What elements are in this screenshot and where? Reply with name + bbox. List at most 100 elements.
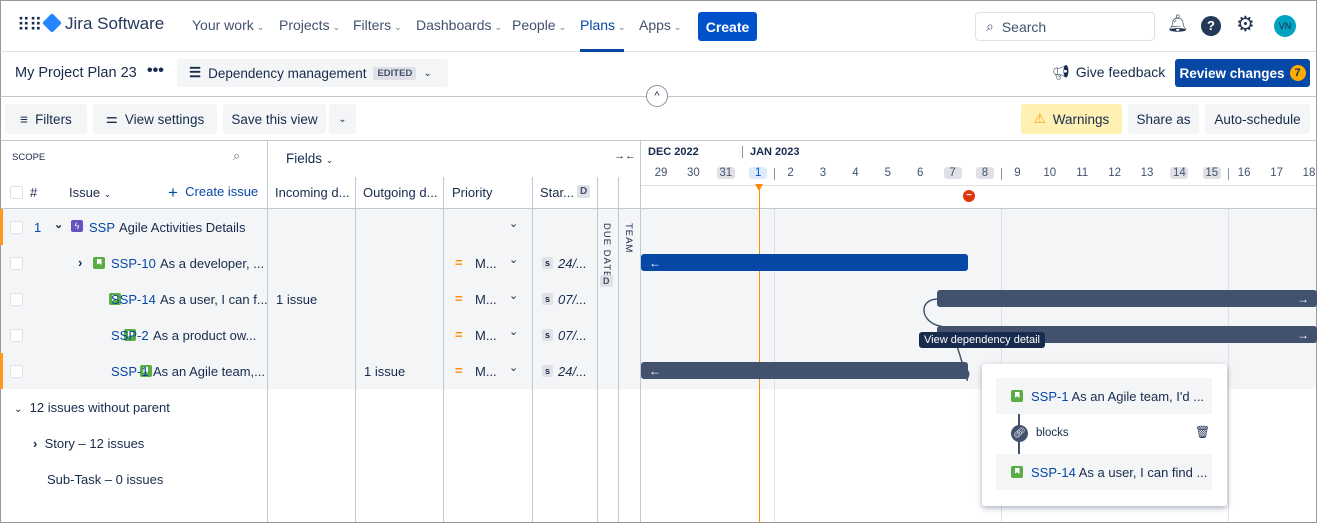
start-date[interactable]: 07/... bbox=[558, 292, 587, 307]
outgoing-dependencies[interactable]: 1 issue bbox=[364, 364, 405, 379]
notifications-icon[interactable]: 🔔︎ bbox=[1167, 14, 1189, 34]
edited-badge: EDITED bbox=[373, 66, 417, 80]
issue-key: SSP-14 bbox=[1031, 464, 1076, 480]
product-name[interactable]: Jira Software bbox=[65, 14, 164, 34]
week-line bbox=[1228, 209, 1229, 522]
create-issue-button[interactable]: + Create issue bbox=[168, 183, 258, 203]
day-label: 15 bbox=[1202, 167, 1221, 179]
more-actions-icon[interactable]: ••• bbox=[147, 62, 164, 80]
day-label: 29 bbox=[654, 167, 668, 179]
issue-summary[interactable]: As a product ow... bbox=[153, 328, 256, 343]
priority-chevron-icon[interactable]: ⌄ bbox=[509, 325, 518, 338]
priority-chevron-icon[interactable]: ⌄ bbox=[509, 217, 518, 230]
select-all-checkbox[interactable] bbox=[10, 186, 23, 199]
nav-item-apps[interactable]: Apps ⌄ bbox=[639, 17, 681, 33]
row-checkbox[interactable] bbox=[10, 329, 23, 342]
group-story[interactable]: › Story – 12 issues bbox=[33, 436, 144, 451]
start-header[interactable]: Star... bbox=[540, 185, 574, 200]
nav-item-projects[interactable]: Projects ⌄ bbox=[279, 17, 340, 33]
group-without-parent[interactable]: ⌄ 12 issues without parent bbox=[14, 400, 170, 415]
save-view-menu-chevron-icon[interactable]: ⌄ bbox=[329, 104, 356, 134]
issue-key[interactable]: SSP-1 bbox=[111, 364, 149, 379]
review-changes-button[interactable]: Review changes 7 bbox=[1175, 59, 1310, 87]
dependency-to-issue[interactable]: SSP-14 As a user, I can find ... bbox=[996, 454, 1212, 490]
view-icon: ☰ bbox=[189, 65, 202, 80]
issue-key[interactable]: SSP-10 bbox=[111, 256, 156, 271]
warnings-button[interactable]: ⚠ Warnings bbox=[1021, 104, 1122, 134]
nav-item-plans[interactable]: Plans ⌄ bbox=[580, 17, 626, 52]
issue-header[interactable]: Issue ⌄ bbox=[69, 185, 111, 200]
row-checkbox[interactable] bbox=[10, 293, 23, 306]
priority-chevron-icon[interactable]: ⌄ bbox=[509, 289, 518, 302]
auto-schedule-button[interactable]: Auto-schedule bbox=[1205, 104, 1310, 134]
save-view-button[interactable]: Save this view bbox=[223, 104, 326, 134]
issue-summary[interactable]: As a developer, ... bbox=[160, 256, 264, 271]
nav-item-your-work[interactable]: Your work ⌄ bbox=[192, 17, 264, 33]
chevron-right-icon: › bbox=[33, 436, 38, 451]
priority-chevron-icon[interactable]: ⌄ bbox=[509, 253, 518, 266]
priority-value[interactable]: M... bbox=[475, 256, 497, 271]
day-label: 10 bbox=[1043, 167, 1057, 179]
share-as-button[interactable]: Share as bbox=[1128, 104, 1199, 134]
nav-item-dashboards[interactable]: Dashboards ⌄ bbox=[416, 17, 502, 33]
group-subtask[interactable]: Sub-Task – 0 issues bbox=[47, 472, 163, 487]
create-issue-label: Create issue bbox=[185, 184, 259, 199]
story-icon bbox=[1011, 466, 1023, 478]
schedule-bar-ssp-10[interactable]: ← bbox=[641, 254, 968, 271]
give-feedback-label: Give feedback bbox=[1075, 64, 1166, 80]
nav-label: Your work bbox=[192, 17, 254, 33]
issue-summary[interactable]: Agile Activities Details bbox=[119, 220, 245, 235]
issue-summary[interactable]: As a user, I can f... bbox=[160, 292, 268, 307]
trash-icon[interactable]: 🗑︎ bbox=[1195, 425, 1210, 439]
incoming-dependencies[interactable]: 1 issue bbox=[276, 292, 317, 307]
start-date[interactable]: 07/... bbox=[558, 328, 587, 343]
view-settings-button[interactable]: ⚌ View settings bbox=[93, 104, 217, 134]
incoming-header[interactable]: Incoming d... bbox=[275, 185, 349, 200]
priority-medium-icon: = bbox=[455, 327, 463, 342]
priority-medium-icon: = bbox=[455, 255, 463, 270]
collapse-fields-icon[interactable]: →← bbox=[614, 150, 636, 162]
due-date-header[interactable]: DUE DATE bbox=[601, 223, 612, 278]
priority-chevron-icon[interactable]: ⌄ bbox=[509, 361, 518, 374]
scope-search-icon[interactable]: ⌕ bbox=[233, 148, 240, 164]
fields-button[interactable]: Fields ⌄ bbox=[286, 151, 333, 166]
give-feedback-button[interactable]: 📢︎ Give feedback bbox=[1052, 64, 1165, 81]
priority-value[interactable]: M... bbox=[475, 292, 497, 307]
settings-gear-icon[interactable]: ⚙ bbox=[1236, 12, 1255, 37]
start-date-badge: D bbox=[577, 185, 591, 198]
team-header[interactable]: TEAM bbox=[623, 223, 634, 253]
frame-left bbox=[0, 141, 1, 523]
priority-value[interactable]: M... bbox=[475, 364, 497, 379]
issue-summary[interactable]: As an Agile team,... bbox=[153, 364, 265, 379]
start-date[interactable]: 24/... bbox=[558, 364, 587, 379]
issue-key[interactable]: SSP-2 bbox=[111, 328, 149, 343]
filters-button[interactable]: ≡ Filters bbox=[5, 104, 87, 134]
row-checkbox[interactable] bbox=[10, 365, 23, 378]
issue-key[interactable]: SSP-14 bbox=[111, 292, 156, 307]
release-blocked-icon[interactable]: − bbox=[963, 190, 975, 202]
avatar[interactable]: VN bbox=[1274, 15, 1296, 37]
view-selector[interactable]: ☰ Dependency management EDITED ⌄ bbox=[177, 59, 448, 87]
outgoing-header[interactable]: Outgoing d... bbox=[363, 185, 437, 200]
header-divider bbox=[0, 208, 1317, 209]
nav-item-filters[interactable]: Filters ⌄ bbox=[353, 17, 402, 33]
expand-chevron-icon[interactable]: ⌄ bbox=[54, 218, 63, 231]
start-date[interactable]: 24/... bbox=[558, 256, 587, 271]
app-switcher-icon[interactable]: ⠿⠿ bbox=[17, 16, 42, 34]
group-label: Story – 12 issues bbox=[44, 436, 145, 451]
col-divider bbox=[267, 141, 268, 522]
chevron-down-icon: ⌄ bbox=[325, 155, 334, 165]
number-header: # bbox=[30, 185, 38, 200]
row-checkbox[interactable] bbox=[10, 257, 23, 270]
issue-key[interactable]: SSP bbox=[89, 220, 115, 235]
expand-chevron-icon[interactable]: › bbox=[78, 255, 82, 270]
priority-header[interactable]: Priority bbox=[452, 185, 492, 200]
priority-value[interactable]: M... bbox=[475, 328, 497, 343]
help-icon[interactable]: ? bbox=[1201, 16, 1221, 36]
nav-item-people[interactable]: People ⌄ bbox=[512, 17, 566, 33]
create-button[interactable]: Create bbox=[698, 12, 757, 41]
nav-label: Dashboards bbox=[416, 17, 492, 33]
search-input[interactable]: ⌕ Search bbox=[975, 12, 1155, 41]
row-checkbox[interactable] bbox=[10, 221, 23, 234]
dependency-from-issue[interactable]: SSP-1 As an Agile team, I'd ... bbox=[996, 378, 1212, 414]
